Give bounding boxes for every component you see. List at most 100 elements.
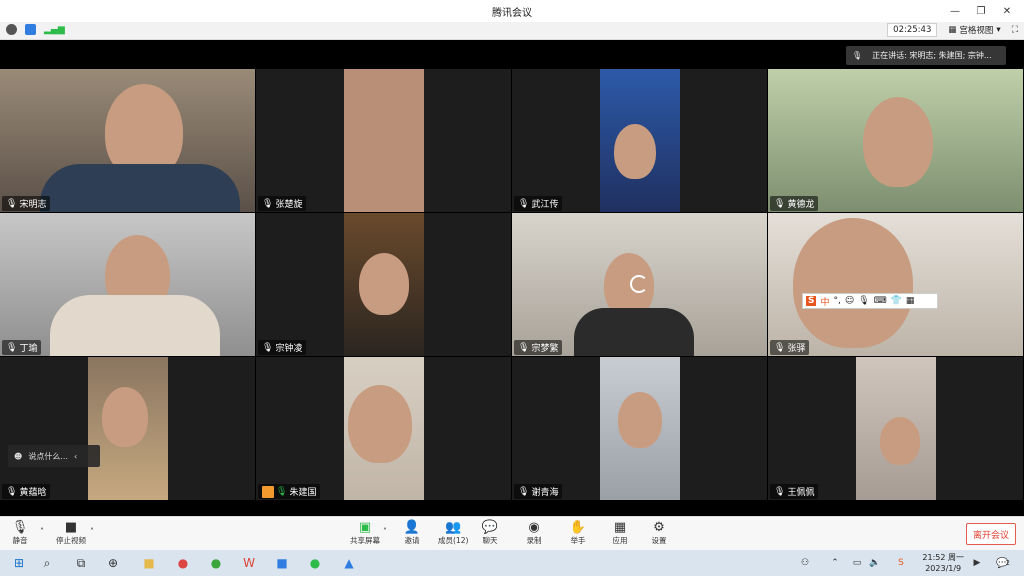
meeting-controls: 🎙 静音 ˄ ■ 停止视频 ˄ ▣ 共享屏幕 ˄ 👤 邀请 👥 成员(12) 💬…: [0, 516, 1024, 550]
raise-hand-button[interactable]: ✋ 举手: [570, 520, 586, 546]
task-view-icon[interactable]: ⧉: [72, 554, 90, 572]
wps-icon[interactable]: W: [240, 554, 258, 572]
participant-name: 武江传: [531, 200, 559, 210]
participant-body: [40, 164, 240, 212]
mic-off-icon: 🎙: [262, 198, 274, 209]
info-icon[interactable]: [6, 24, 17, 35]
apps-icon[interactable]: ▦: [906, 296, 915, 306]
ime-language-label[interactable]: 中: [820, 295, 829, 308]
share-screen-button[interactable]: ▣ 共享屏幕: [350, 520, 380, 546]
emoji-icon[interactable]: ☺: [845, 296, 854, 306]
shirt-icon[interactable]: 👕: [891, 296, 902, 306]
mic-off-icon: 🎙: [518, 342, 530, 353]
signal-icon[interactable]: ▂▄▆: [44, 25, 65, 35]
window-title: 腾讯会议: [492, 8, 532, 19]
view-mode-button[interactable]: ▦ 宫格视图 ▾: [943, 23, 1005, 37]
ime-toolbar[interactable]: S 中 °, ☺ 🎙 ⌨ 👕 ▦: [802, 293, 938, 309]
video-tile[interactable]: 🎙 宗钟凌: [256, 213, 511, 356]
emoji-icon[interactable]: ☻: [14, 452, 22, 461]
users-icon: 👥: [445, 520, 462, 535]
video-tile[interactable]: 🎙 宗梦繁: [512, 213, 767, 356]
magnifier-icon[interactable]: ⊕: [104, 554, 122, 572]
video-tile[interactable]: 🎙 谢青海: [512, 357, 767, 500]
file-explorer-icon[interactable]: ■: [140, 554, 158, 572]
chevron-up-icon[interactable]: ˄: [383, 527, 387, 536]
participant-name-tag: 🎙 丁瑜: [2, 340, 42, 355]
chevron-up-icon[interactable]: ˄: [90, 527, 94, 536]
chat-input[interactable]: ☻ 说点什么... ‹: [8, 445, 100, 467]
close-icon[interactable]: ✕: [994, 2, 1020, 20]
avatar: [262, 485, 274, 498]
mute-button[interactable]: 🎙 静音: [11, 520, 29, 546]
participant-face: [102, 387, 148, 447]
members-button[interactable]: 👥 成员(12): [438, 520, 468, 546]
video-tile[interactable]: 🎙 丁瑜: [0, 213, 255, 356]
invite-button[interactable]: 👤 邀请: [404, 520, 420, 546]
participant-name: 张驿: [787, 344, 806, 354]
record-button[interactable]: ◉ 录制: [526, 520, 542, 546]
mic-off-icon: 🎙: [6, 342, 18, 353]
chat-icon: 💬: [481, 520, 499, 535]
participant-name-tag: 🎙 王佩佩: [770, 484, 819, 499]
chevron-left-icon[interactable]: ‹: [74, 452, 77, 461]
shield-icon[interactable]: [25, 24, 36, 35]
members-label: 成员(12): [438, 536, 469, 545]
speaking-indicator: 🎙 正在讲话: 宋明志; 朱建国; 宗钟...: [846, 46, 1006, 65]
video-grid: 🎙 宋明志 🎙 张楚旋 🎙 武江传 🎙 黄德龙 🎙 丁瑜 🎙 宗钟凌 🎙 宗梦繁 🎙 张驿: [0, 69, 1024, 501]
participant-face: [348, 385, 412, 463]
notification-icon[interactable]: 💬 2: [994, 554, 1012, 572]
stop-video-button[interactable]: ■ 停止视频: [56, 520, 86, 546]
mic-icon: 🎙: [11, 520, 29, 535]
participant-face: [359, 253, 409, 315]
participant-name: 朱建国: [289, 488, 317, 498]
video-tile[interactable]: 🎙 张楚旋: [256, 69, 511, 212]
keyboard-icon[interactable]: ⌨: [874, 296, 887, 306]
punctuation-icon[interactable]: °,: [834, 296, 841, 306]
clock-time: 21:52 周一: [922, 553, 964, 562]
participant-name: 丁瑜: [19, 344, 38, 354]
title-bar: 腾讯会议 — ❐ ✕: [0, 0, 1024, 22]
video-tile[interactable]: 🎙 朱建国: [256, 357, 511, 500]
volume-icon[interactable]: 🔈: [866, 554, 884, 572]
video-tile[interactable]: 🎙 王佩佩: [768, 357, 1023, 500]
participant-name: 宋明志: [19, 200, 47, 210]
settings-button[interactable]: ⚙ 设置: [651, 520, 667, 546]
search-icon[interactable]: ⌕: [38, 554, 56, 572]
minimize-icon[interactable]: —: [942, 2, 968, 20]
video-tile[interactable]: 🎙 黄蕴晗: [0, 357, 255, 500]
grid-icon: ▦: [948, 25, 957, 35]
app-icon[interactable]: ■: [273, 554, 291, 572]
apps-icon: ▦: [613, 520, 627, 535]
chrome-icon[interactable]: ●: [174, 554, 192, 572]
video-tile[interactable]: 🎙 张驿: [768, 213, 1023, 356]
wechat-icon[interactable]: ●: [306, 554, 324, 572]
tencent-meeting-icon[interactable]: ▲: [340, 554, 358, 572]
share-screen-icon: ▣: [358, 520, 372, 535]
battery-icon[interactable]: ▭: [848, 554, 866, 572]
apps-button[interactable]: ▦ 应用: [612, 520, 628, 546]
system-clock[interactable]: 21:52 周一 2023/1/9: [922, 552, 964, 574]
mic-off-icon: 🎙: [518, 198, 530, 209]
app-icon[interactable]: ●: [207, 554, 225, 572]
video-tile[interactable]: 🎙 黄德龙: [768, 69, 1023, 212]
desktop-icon[interactable]: ▶: [968, 554, 986, 572]
video-tile[interactable]: 🎙 武江传: [512, 69, 767, 212]
restore-icon[interactable]: ❐: [968, 2, 994, 20]
windows-start-icon[interactable]: ⊞: [10, 554, 28, 572]
participant-name-tag: 🎙 朱建国: [258, 484, 321, 499]
ime-tray-icon[interactable]: S: [892, 554, 910, 572]
tray-icons[interactable]: ⌃: [826, 554, 844, 572]
stop-video-label: 停止视频: [56, 536, 86, 545]
leave-meeting-button[interactable]: 离开会议: [966, 523, 1016, 545]
user-icon[interactable]: ⚇: [796, 554, 814, 572]
chat-button[interactable]: 💬 聊天: [482, 520, 498, 546]
fullscreen-icon[interactable]: ⛶: [1012, 25, 1018, 35]
video-tile[interactable]: 🎙 宋明志: [0, 69, 255, 212]
mic-icon: 🎙: [852, 51, 863, 60]
mic-off-icon: 🎙: [774, 486, 786, 497]
chevron-up-icon[interactable]: ˄: [40, 527, 44, 536]
mic-icon[interactable]: 🎙: [858, 296, 869, 306]
participant-name: 黄蕴晗: [19, 488, 47, 498]
chevron-down-icon: ▾: [996, 25, 1001, 35]
camera-icon: ■: [64, 520, 78, 535]
